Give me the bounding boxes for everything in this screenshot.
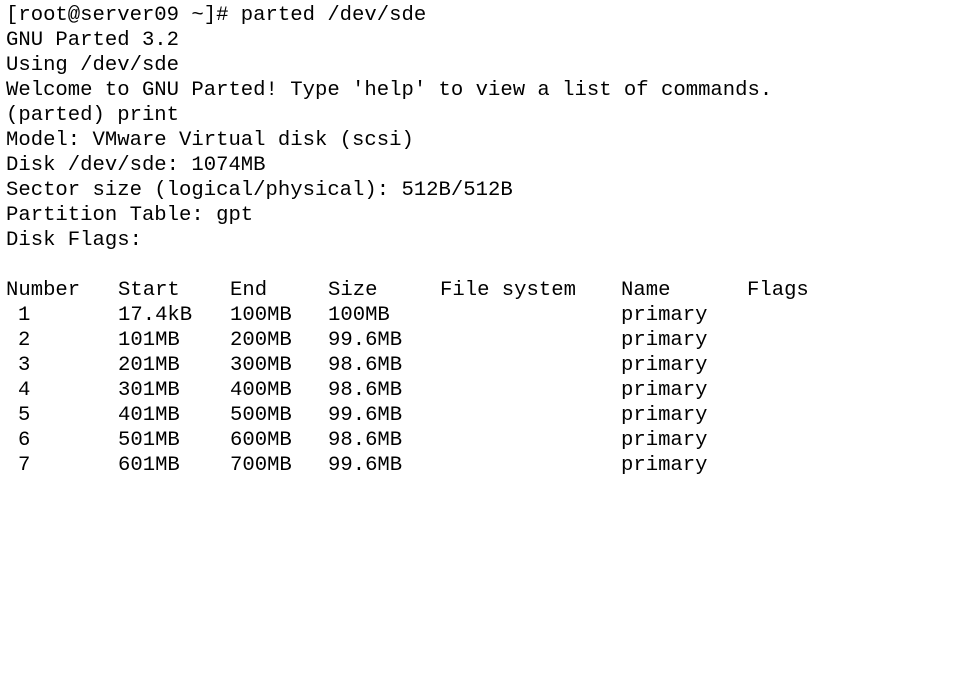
partition-size: 100MB [328,304,390,327]
header-end: End [230,279,268,302]
welcome-message: Welcome to GNU Parted! Type 'help' to vi… [6,79,773,102]
terminal-window[interactable]: [root@server09 ~]# parted /dev/sde GNU P… [0,0,968,482]
partition-name: primary [621,329,708,352]
partition-row: 3 201MB 300MB 98.6MB primary [6,353,968,378]
partition-end: 100MB [230,304,292,327]
header-number: Number [6,279,81,302]
partition-start: 101MB [118,329,180,352]
parted-prompt-command: (parted) print [6,104,180,127]
partition-end: 400MB [230,379,292,402]
partition-name: primary [621,454,708,477]
partition-row: 1 17.4kB 100MB 100MB primary [6,303,968,328]
using-device: Using /dev/sde [6,54,180,77]
partition-name: primary [621,404,708,427]
partition-number: 6 [18,429,31,452]
partition-end: 500MB [230,404,292,427]
partition-size: 98.6MB [328,429,403,452]
partition-name: primary [621,304,708,327]
partition-end: 600MB [230,429,292,452]
partition-start: 201MB [118,354,180,377]
partition-name: primary [621,354,708,377]
partition-end: 200MB [230,329,292,352]
partition-number: 3 [18,354,31,377]
partition-name: primary [621,429,708,452]
header-flags: Flags [747,279,809,302]
sector-size: Sector size (logical/physical): 512B/512… [6,179,513,202]
partition-row: 4 301MB 400MB 98.6MB primary [6,378,968,403]
partition-size: 99.6MB [328,404,403,427]
header-name: Name [621,279,671,302]
partition-size: 98.6MB [328,379,403,402]
partition-end: 700MB [230,454,292,477]
disk-model: Model: VMware Virtual disk (scsi) [6,129,414,152]
partition-table-type: Partition Table: gpt [6,204,254,227]
partition-number: 7 [18,454,31,477]
partition-row: 2 101MB 200MB 99.6MB primary [6,328,968,353]
disk-size: Disk /dev/sde: 1074MB [6,154,266,177]
partition-number: 4 [18,379,31,402]
partition-start: 601MB [118,454,180,477]
partition-size: 99.6MB [328,454,403,477]
partition-size: 98.6MB [328,354,403,377]
header-start: Start [118,279,180,302]
partition-start: 301MB [118,379,180,402]
header-file-system: File system [440,279,576,302]
partition-number: 2 [18,329,31,352]
partition-size: 99.6MB [328,329,403,352]
partition-end: 300MB [230,354,292,377]
partition-start: 17.4kB [118,304,193,327]
parted-version: GNU Parted 3.2 [6,29,180,52]
header-size: Size [328,279,378,302]
partition-row: 5 401MB 500MB 99.6MB primary [6,403,968,428]
partition-number: 5 [18,404,31,427]
shell-prompt-command: [root@server09 ~]# parted /dev/sde [6,4,427,27]
partition-name: primary [621,379,708,402]
partition-start: 501MB [118,429,180,452]
partition-number: 1 [18,304,31,327]
partition-row: 6 501MB 600MB 98.6MB primary [6,428,968,453]
partition-row: 7 601MB 700MB 99.6MB primary [6,453,968,478]
disk-flags: Disk Flags: [6,229,142,252]
partition-start: 401MB [118,404,180,427]
partition-table-header: Number Start End Size File system Name F… [6,278,968,303]
